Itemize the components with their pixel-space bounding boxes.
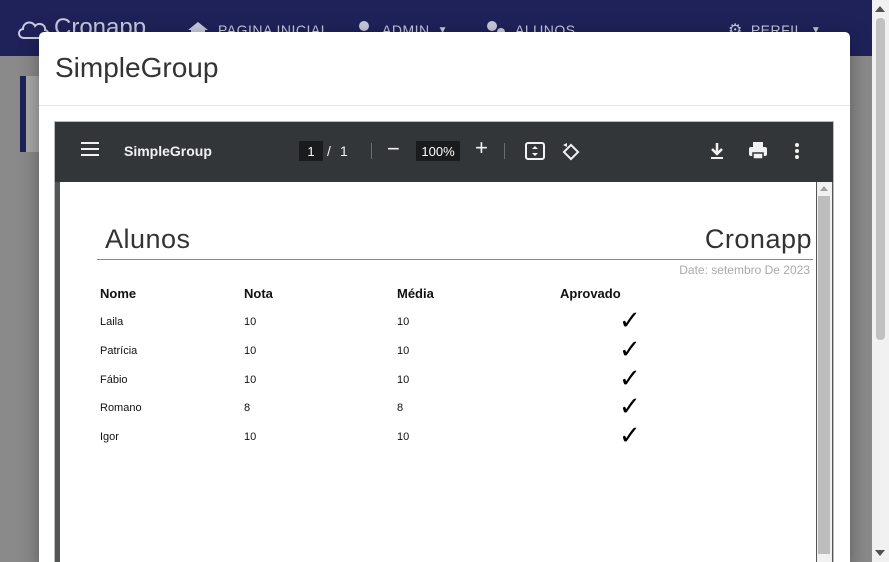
more-icon[interactable] xyxy=(786,140,808,162)
scroll-down-icon[interactable] xyxy=(875,550,885,556)
row-nome: Fábio xyxy=(100,374,128,386)
page-scrollbar-thumb[interactable] xyxy=(876,18,885,340)
checkmark-icon: ✓ xyxy=(619,391,641,421)
report-brand: Cronapp xyxy=(704,224,812,254)
row-nota: 10 xyxy=(244,316,257,328)
modal-header: SimpleGroup xyxy=(39,32,850,106)
row-nome: Laila xyxy=(100,316,124,328)
modal-title: SimpleGroup xyxy=(55,52,219,83)
checkmark-icon: ✓ xyxy=(619,420,641,450)
pdf-scrollbar[interactable] xyxy=(817,182,832,562)
pdf-doc-title: SimpleGroup xyxy=(124,143,212,159)
scroll-up-icon[interactable] xyxy=(875,6,885,12)
row-nome: Patrícia xyxy=(100,345,138,357)
checkmark-icon: ✓ xyxy=(619,334,641,364)
checkmark-icon: ✓ xyxy=(619,305,641,335)
menu-icon[interactable] xyxy=(81,142,99,156)
page-total: 1 xyxy=(340,143,348,159)
fit-page-icon[interactable] xyxy=(524,140,546,162)
page-number-input[interactable] xyxy=(299,141,323,161)
row-nome: Romano xyxy=(100,402,142,414)
row-nota: 10 xyxy=(244,374,257,386)
report-title: Alunos xyxy=(105,224,191,254)
zoom-out-icon[interactable]: − xyxy=(387,136,400,162)
download-icon[interactable] xyxy=(706,140,728,162)
zoom-in-icon[interactable]: + xyxy=(475,135,488,161)
pdf-toolbar: SimpleGroup / 1 − + xyxy=(55,122,833,182)
row-nome: Igor xyxy=(100,431,119,443)
pdf-page: Alunos Cronapp Date: setembro De 2023 No… xyxy=(60,182,816,562)
row-media: 10 xyxy=(397,431,410,443)
report-modal: SimpleGroup SimpleGroup / 1 − + xyxy=(39,32,850,562)
row-media: 8 xyxy=(397,402,404,414)
rotate-icon[interactable] xyxy=(559,140,581,162)
row-nota: 8 xyxy=(244,402,251,414)
row-media: 10 xyxy=(397,316,410,328)
toolbar-divider xyxy=(504,143,505,159)
column-header-media: Média xyxy=(397,286,434,301)
report-divider xyxy=(97,259,813,260)
pdf-scrollbar-thumb[interactable] xyxy=(818,196,830,554)
row-media: 10 xyxy=(397,345,410,357)
pdf-viewer: SimpleGroup / 1 − + xyxy=(54,121,834,562)
page-scrollbar[interactable] xyxy=(872,0,889,562)
page-separator: / xyxy=(327,143,331,159)
zoom-input[interactable] xyxy=(416,141,460,161)
pdf-scroll-up-icon[interactable] xyxy=(820,186,828,191)
print-icon[interactable] xyxy=(747,140,769,162)
column-header-nome: Nome xyxy=(100,286,137,301)
checkmark-icon: ✓ xyxy=(619,363,641,393)
toolbar-divider xyxy=(371,143,372,159)
row-nota: 10 xyxy=(244,431,257,443)
row-nota: 10 xyxy=(244,345,257,357)
report-date: Date: setembro De 2023 xyxy=(679,263,810,277)
row-media: 10 xyxy=(397,374,410,386)
column-header-aprovado: Aprovado xyxy=(560,286,621,301)
column-header-nota: Nota xyxy=(244,286,273,301)
